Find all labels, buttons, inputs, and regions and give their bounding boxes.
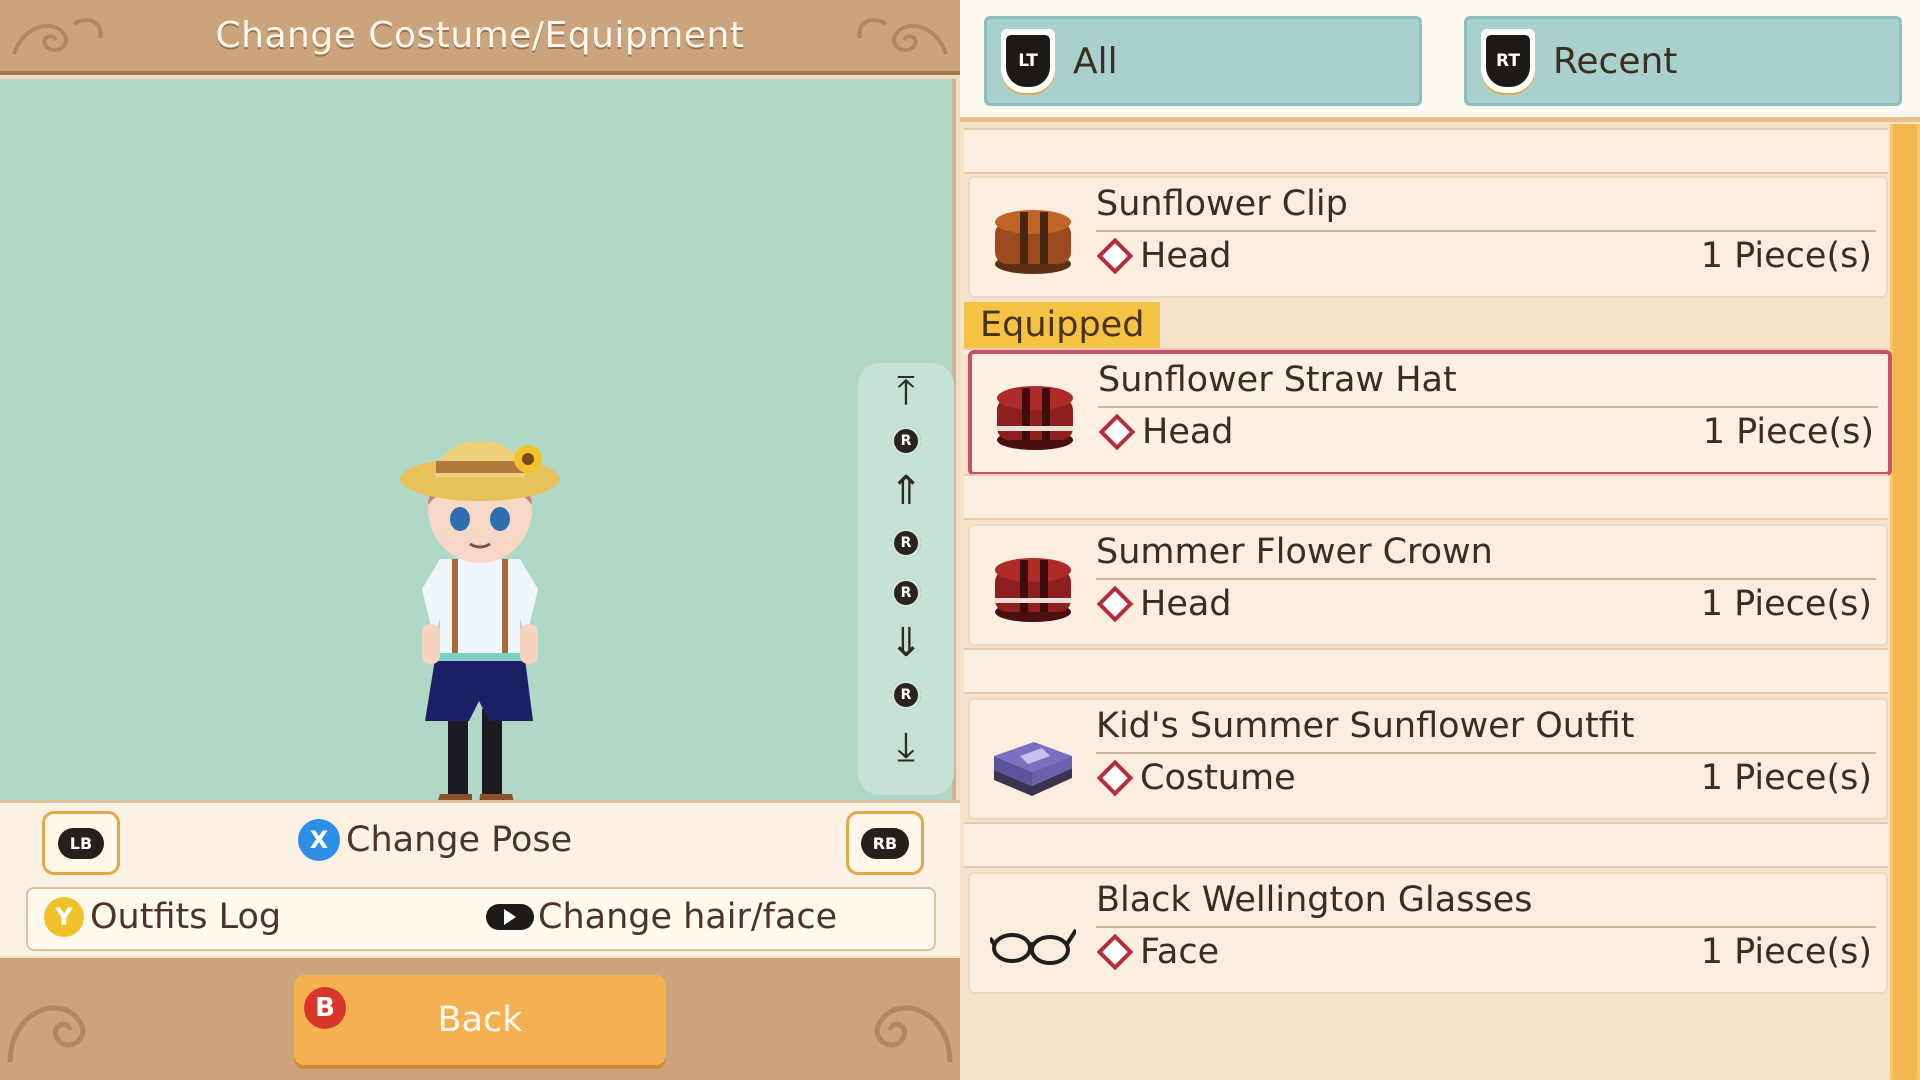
item-name: Sunflower Straw Hat xyxy=(1098,360,1457,400)
list-item[interactable]: Black Wellington Glasses Face 1 Piece(s) xyxy=(968,872,1888,994)
change-hair-face-button[interactable]: Change hair/face xyxy=(486,897,837,937)
list-item[interactable]: Summer Flower Crown Head 1 Piece(s) xyxy=(968,524,1888,646)
change-pose-button[interactable]: X Change Pose xyxy=(298,819,572,861)
list-item[interactable]: Kid's Summer Sunflower Outfit Costume 1 … xyxy=(968,698,1888,820)
filter-tabs: LT All RT Recent xyxy=(960,0,1920,122)
tab-all-label: All xyxy=(1073,40,1118,82)
list-item-selected[interactable]: Sunflower Straw Hat Head 1 Piece(s) xyxy=(968,350,1892,476)
footer-right-flourish xyxy=(874,1005,953,1063)
y-button-icon: Y xyxy=(44,897,84,937)
item-quantity: 1 Piece(s) xyxy=(1700,236,1872,276)
diamond-icon xyxy=(1096,933,1134,971)
item-divider xyxy=(1096,230,1876,232)
rb-icon: RB xyxy=(860,827,910,859)
item-list: Sunflower Clip Head 1 Piece(s) Equipped … xyxy=(964,128,1892,1080)
arrow-bottom-end-icon: ⤓ xyxy=(897,724,915,770)
r-stick-up-icon: R xyxy=(891,426,921,456)
item-name: Sunflower Clip xyxy=(1096,184,1348,224)
list-separator xyxy=(964,648,1888,694)
back-label: Back xyxy=(437,1000,523,1040)
r-stick-right-icon: R xyxy=(891,578,921,608)
character-model[interactable] xyxy=(380,409,580,849)
list-separator xyxy=(964,128,1888,174)
item-quantity: 1 Piece(s) xyxy=(1700,932,1872,972)
lt-badge: LT xyxy=(1001,29,1055,93)
back-button[interactable]: B Back xyxy=(294,975,666,1065)
camera-rotate-right-button[interactable]: R xyxy=(858,571,954,615)
red-box-icon xyxy=(995,558,1071,622)
arrow-top-end-icon: ⤒ xyxy=(897,368,915,414)
character-preview[interactable]: ⤒ R ⇑ R R ⇓ R ⤓ xyxy=(0,79,956,818)
lb-button[interactable]: LB xyxy=(42,811,120,875)
left-flourish-ornament xyxy=(12,18,103,55)
outfits-log-label: Outfits Log xyxy=(90,897,282,937)
item-category: Head xyxy=(1096,236,1232,276)
item-divider xyxy=(1096,578,1876,580)
rb-button[interactable]: RB xyxy=(846,811,924,875)
double-chevron-up-icon: ⇑ xyxy=(889,468,923,514)
x-button-icon: X xyxy=(298,819,340,861)
item-quantity: 1 Piece(s) xyxy=(1702,412,1874,452)
list-separator xyxy=(964,474,1888,520)
camera-rotate-up-button[interactable]: R xyxy=(858,419,954,463)
tab-recent-label: Recent xyxy=(1553,40,1678,82)
tab-recent[interactable]: RT Recent xyxy=(1464,16,1902,106)
item-category-label: Head xyxy=(1142,412,1234,452)
camera-rotate-down-button[interactable]: R xyxy=(858,673,954,717)
camera-top-end-button[interactable]: ⤒ xyxy=(858,369,954,413)
item-name: Black Wellington Glasses xyxy=(1096,880,1533,920)
diamond-icon xyxy=(1096,759,1134,797)
lt-icon: LT xyxy=(1006,35,1050,87)
rt-badge: RT xyxy=(1481,29,1535,93)
footer-left-flourish xyxy=(7,1005,86,1063)
list-item[interactable]: Sunflower Clip Head 1 Piece(s) xyxy=(968,176,1888,298)
item-category-label: Head xyxy=(1140,584,1232,624)
view-button-icon xyxy=(486,904,534,930)
item-category: Costume xyxy=(1096,758,1296,798)
change-hair-face-label: Change hair/face xyxy=(538,897,838,937)
lb-icon: LB xyxy=(57,827,105,859)
change-pose-label: Change Pose xyxy=(346,820,573,860)
item-quantity: 1 Piece(s) xyxy=(1700,758,1872,798)
red-box-icon xyxy=(997,386,1073,450)
diamond-icon xyxy=(1096,585,1134,623)
item-divider xyxy=(1098,406,1878,408)
rt-icon: RT xyxy=(1486,35,1530,87)
item-category: Head xyxy=(1096,584,1232,624)
camera-control-rail: ⤒ R ⇑ R R ⇓ R ⤓ xyxy=(858,363,954,795)
diamond-icon xyxy=(1098,413,1136,451)
outfits-log-button[interactable]: Y Outfits Log xyxy=(44,897,281,937)
brown-box-icon xyxy=(995,210,1071,274)
secondary-controls: Y Outfits Log Change hair/face xyxy=(26,887,936,951)
page-title: Change Costume/Equipment xyxy=(215,15,745,56)
item-category: Face xyxy=(1096,932,1219,972)
item-category: Head xyxy=(1098,412,1234,452)
equipped-badge: Equipped xyxy=(964,302,1161,348)
glasses-icon xyxy=(990,928,1076,965)
camera-bottom-end-button[interactable]: ⤓ xyxy=(858,725,954,769)
item-divider xyxy=(1096,926,1876,928)
b-button-icon: B xyxy=(304,987,346,1029)
r-stick-left-icon: R xyxy=(891,528,921,558)
item-category-label: Face xyxy=(1140,932,1220,972)
item-name: Summer Flower Crown xyxy=(1096,532,1493,572)
item-name: Kid's Summer Sunflower Outfit xyxy=(1096,706,1635,746)
list-separator xyxy=(964,822,1888,868)
r-stick-down-icon: R xyxy=(891,680,921,710)
item-divider xyxy=(1096,752,1876,754)
tab-all[interactable]: LT All xyxy=(984,16,1422,106)
double-chevron-down-icon: ⇓ xyxy=(889,620,923,666)
purple-case-icon xyxy=(994,742,1072,796)
item-category-label: Costume xyxy=(1140,758,1296,798)
camera-down-button[interactable]: ⇓ xyxy=(858,621,954,665)
diamond-icon xyxy=(1096,237,1134,275)
right-flourish-ornament xyxy=(857,18,948,55)
item-quantity: 1 Piece(s) xyxy=(1700,584,1872,624)
camera-rotate-left-button[interactable]: R xyxy=(858,521,954,565)
camera-up-button[interactable]: ⇑ xyxy=(858,469,954,513)
title-bar: Change Costume/Equipment xyxy=(0,0,960,75)
scrollbar-thumb[interactable] xyxy=(1893,124,1917,1080)
control-strip: LB X Change Pose RB Y Outfits Log Change… xyxy=(0,800,960,956)
item-category-label: Head xyxy=(1140,236,1232,276)
